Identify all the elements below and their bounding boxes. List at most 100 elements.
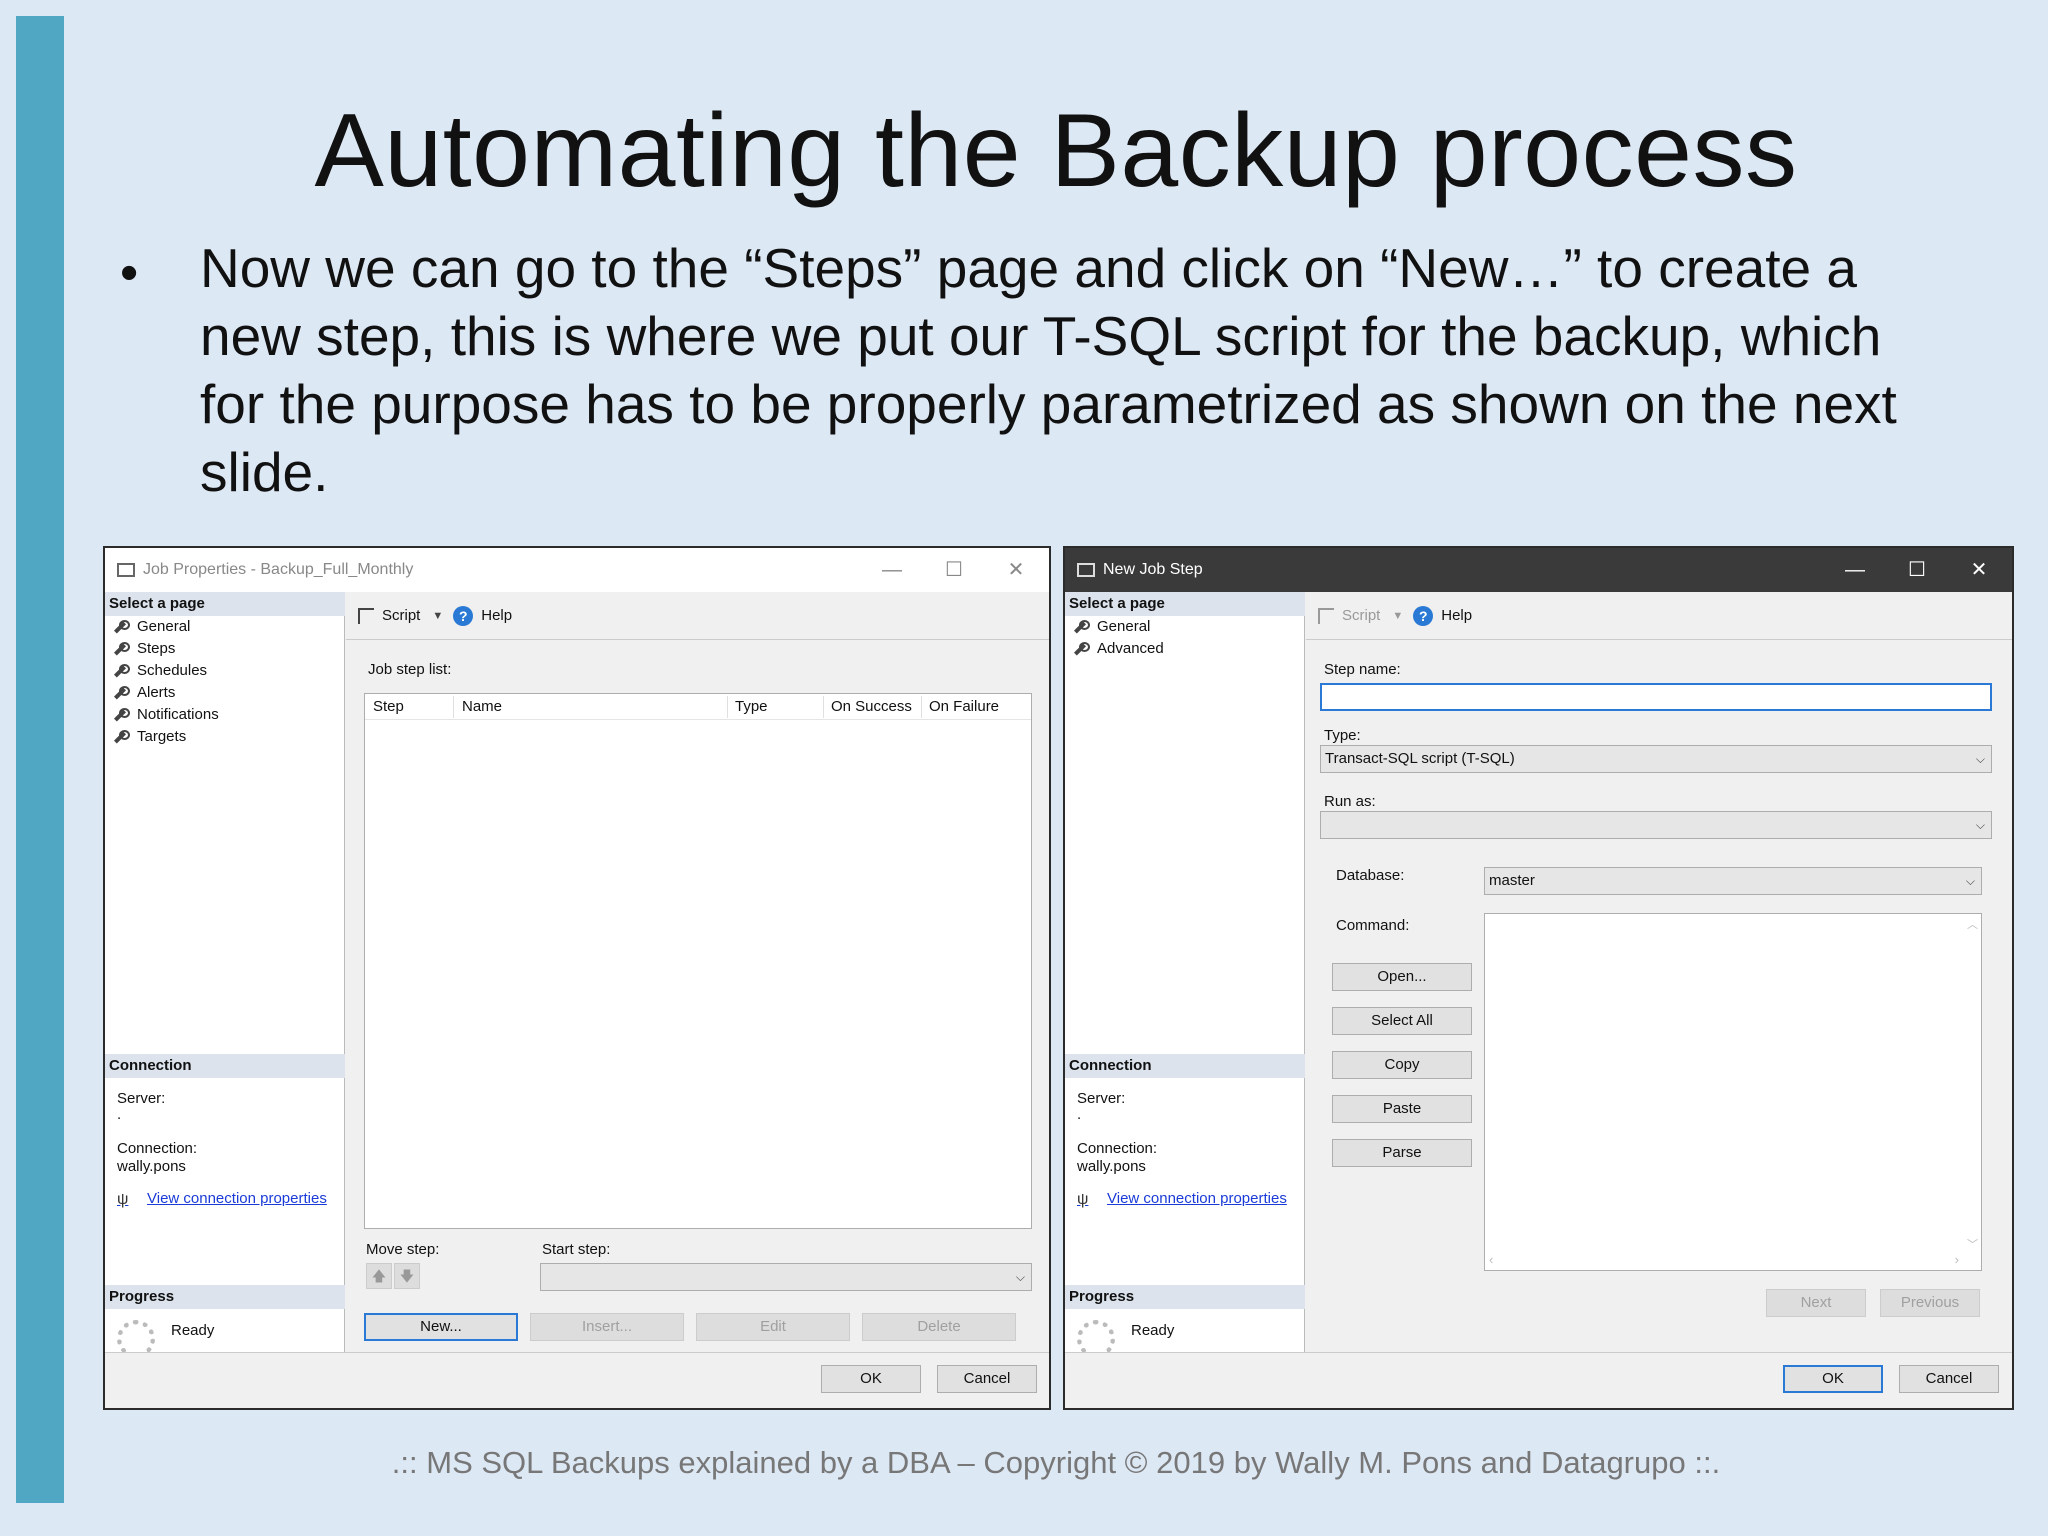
horizontal-scrollbar[interactable]: ‹ › [1485, 1252, 1981, 1270]
connection-header: Connection [105, 1054, 345, 1078]
scroll-left-icon: ‹ [1489, 1252, 1494, 1267]
connection-value: wally.pons [1077, 1158, 1146, 1175]
column-name[interactable]: Name [462, 698, 502, 715]
slide-footer: .:: MS SQL Backups explained by a DBA – … [391, 1445, 1721, 1480]
run-as-label: Run as: [1324, 793, 1376, 810]
list-header: Step Name Type On Success On Failure [365, 694, 1031, 720]
command-label: Command: [1336, 917, 1410, 934]
maximize-button[interactable]: ☐ [1902, 556, 1932, 584]
column-on-success[interactable]: On Success [831, 698, 912, 715]
ok-button[interactable]: OK [1783, 1365, 1883, 1393]
plug-icon: ψ [1077, 1190, 1089, 1208]
script-dropdown-icon[interactable]: ▼ [1392, 610, 1403, 622]
type-select[interactable]: Transact-SQL script (T-SQL) ⌵ [1320, 745, 1992, 773]
page-targets[interactable]: Targets [113, 726, 186, 748]
command-editor[interactable]: ︿ ﹀ ‹ › [1484, 913, 1982, 1271]
column-on-failure[interactable]: On Failure [929, 698, 999, 715]
page-general[interactable]: General [113, 616, 190, 638]
delete-step-button[interactable]: Delete [862, 1313, 1016, 1341]
wrench-icon [113, 686, 130, 700]
insert-step-button[interactable]: Insert... [530, 1313, 684, 1341]
script-icon [1318, 607, 1334, 624]
server-value: . [1077, 1106, 1082, 1123]
move-down-button[interactable]: 🡇 [394, 1263, 420, 1289]
start-step-select[interactable]: ⌵ [540, 1263, 1032, 1291]
page-notifications[interactable]: Notifications [113, 704, 219, 726]
new-job-step-toolbar: Script ▼ ? Help [1306, 592, 2012, 640]
page-alerts[interactable]: Alerts [113, 682, 175, 704]
parse-button[interactable]: Parse [1332, 1139, 1472, 1167]
job-step-list[interactable]: Step Name Type On Success On Failure [364, 693, 1032, 1229]
move-up-button[interactable]: 🡅 [366, 1263, 392, 1289]
help-button[interactable]: Help [1441, 607, 1472, 624]
new-job-step-dialog: New Job Step — ☐ ✕ Select a page General… [1063, 546, 2014, 1410]
progress-status: Ready [1131, 1322, 1175, 1339]
script-button[interactable]: Script [1342, 607, 1380, 624]
window-icon [117, 563, 135, 577]
bullet-marker: • [120, 244, 139, 302]
help-button[interactable]: Help [481, 607, 512, 624]
page-schedules[interactable]: Schedules [113, 660, 207, 682]
wrench-icon [1073, 620, 1090, 634]
general-page-content: Step name: Type: Transact-SQL script (T-… [1306, 641, 2012, 1352]
page-general[interactable]: General [1073, 616, 1150, 638]
view-connection-properties-link[interactable]: ψ View connection properties [1077, 1190, 1287, 1208]
steps-page-content: Job step list: Step Name Type On Success… [346, 641, 1049, 1352]
close-button[interactable]: ✕ [1001, 556, 1031, 584]
close-button[interactable]: ✕ [1964, 556, 1994, 584]
step-name-label: Step name: [1324, 661, 1401, 678]
edit-step-button[interactable]: Edit [696, 1313, 850, 1341]
column-type[interactable]: Type [735, 698, 768, 715]
progress-status: Ready [171, 1322, 215, 1339]
page-selector-pane: Select a page General Advanced Connectio… [1065, 592, 1305, 1358]
progress-header: Progress [1065, 1285, 1305, 1309]
paste-button[interactable]: Paste [1332, 1095, 1472, 1123]
run-as-select[interactable]: ⌵ [1320, 811, 1992, 839]
scroll-up-icon: ︿ [1967, 919, 1978, 931]
minimize-button[interactable]: — [877, 556, 907, 584]
step-name-input[interactable] [1320, 683, 1992, 711]
job-properties-toolbar: Script ▼ ? Help [346, 592, 1049, 640]
maximize-button[interactable]: ☐ [939, 556, 969, 584]
select-page-header: Select a page [1065, 592, 1305, 616]
open-button[interactable]: Open... [1332, 963, 1472, 991]
page-steps[interactable]: Steps [113, 638, 175, 660]
dialog-button-bar: OK Cancel [105, 1352, 1049, 1408]
copy-button[interactable]: Copy [1332, 1051, 1472, 1079]
column-divider [453, 696, 454, 718]
ok-button[interactable]: OK [821, 1365, 921, 1393]
help-icon: ? [1413, 605, 1434, 626]
previous-button[interactable]: Previous [1880, 1289, 1980, 1317]
job-properties-titlebar: Job Properties - Backup_Full_Monthly — ☐… [105, 548, 1049, 592]
database-label: Database: [1336, 867, 1405, 884]
script-button[interactable]: Script [382, 607, 420, 624]
connection-label: Connection: [117, 1140, 198, 1157]
chevron-down-icon: ⌵ [1975, 818, 1985, 832]
chevron-down-icon: ⌵ [1965, 874, 1975, 888]
script-dropdown-icon[interactable]: ▼ [432, 610, 443, 622]
page-selector-pane: Select a page General Steps Schedules Al… [105, 592, 345, 1358]
new-step-button[interactable]: New... [364, 1313, 518, 1341]
cancel-button[interactable]: Cancel [1899, 1365, 1999, 1393]
column-divider [921, 696, 922, 718]
chevron-down-icon: ⌵ [1015, 1270, 1025, 1284]
job-step-list-label: Job step list: [368, 661, 452, 678]
select-all-button[interactable]: Select All [1332, 1007, 1472, 1035]
window-title: New Job Step [1103, 561, 1203, 578]
script-icon [358, 607, 374, 624]
vertical-scrollbar[interactable]: ︿ ﹀ [1963, 914, 1981, 1254]
connection-label: Connection: [1077, 1140, 1158, 1157]
window-icon [1077, 563, 1095, 577]
server-label: Server: [1077, 1090, 1126, 1107]
chevron-down-icon: ⌵ [1975, 752, 1985, 766]
column-step[interactable]: Step [373, 698, 404, 715]
scroll-right-icon: › [1954, 1252, 1959, 1267]
view-connection-properties-link[interactable]: ψ View connection properties [117, 1190, 327, 1208]
accent-bar [16, 16, 64, 1503]
cancel-button[interactable]: Cancel [937, 1365, 1037, 1393]
database-select[interactable]: master ⌵ [1484, 867, 1982, 895]
wrench-icon [113, 708, 130, 722]
page-advanced[interactable]: Advanced [1073, 638, 1164, 660]
minimize-button[interactable]: — [1840, 556, 1870, 584]
next-button[interactable]: Next [1766, 1289, 1866, 1317]
